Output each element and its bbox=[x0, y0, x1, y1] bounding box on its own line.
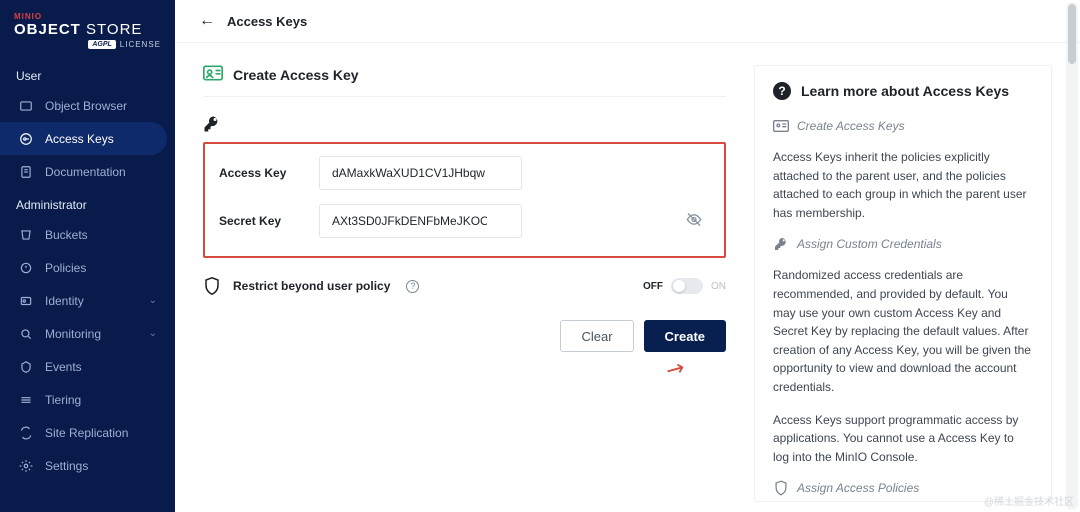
info-p1: Access Keys inherit the policies explici… bbox=[773, 148, 1033, 222]
info-sub-credentials: Assign Custom Credentials bbox=[773, 236, 1033, 252]
card-title: Create Access Key bbox=[233, 67, 359, 83]
info-panel: ? Learn more about Access Keys Create Ac… bbox=[754, 65, 1052, 502]
sidebar-item-label: Monitoring bbox=[45, 327, 101, 341]
card-header: Create Access Key bbox=[203, 65, 726, 97]
policy-icon bbox=[18, 260, 33, 275]
shield-icon bbox=[203, 276, 221, 296]
license-text: LICENSE bbox=[120, 40, 161, 49]
watermark-text: @稀土掘金技术社区 bbox=[984, 493, 1074, 508]
info-p2: Randomized access credentials are recomm… bbox=[773, 266, 1033, 396]
identity-icon bbox=[18, 293, 33, 308]
sidebar-item-label: Object Browser bbox=[45, 99, 127, 113]
folder-icon bbox=[18, 98, 33, 113]
restrict-toggle-block: OFF ON bbox=[643, 278, 726, 294]
sidebar-item-label: Site Replication bbox=[45, 426, 128, 440]
sidebar-item-label: Tiering bbox=[45, 393, 81, 407]
page-scrollbar[interactable] bbox=[1066, 2, 1078, 510]
restrict-policy-row: Restrict beyond user policy ? OFF ON bbox=[203, 276, 726, 296]
back-arrow-icon[interactable]: ← bbox=[199, 12, 215, 30]
brand-sub: AGPL LICENSE bbox=[14, 40, 161, 49]
monitor-icon bbox=[18, 326, 33, 341]
sidebar-item-label: Documentation bbox=[45, 165, 126, 179]
info-header: ? Learn more about Access Keys bbox=[773, 82, 1033, 100]
restrict-label: Restrict beyond user policy bbox=[233, 279, 390, 293]
toggle-on-label: ON bbox=[711, 281, 726, 292]
brand-main: OBJECT STORE bbox=[14, 21, 161, 38]
access-key-label: Access Key bbox=[219, 166, 299, 180]
toggle-off-label: OFF bbox=[643, 281, 663, 292]
topbar: ← Access Keys bbox=[175, 0, 1080, 43]
sidebar-section-user: User bbox=[0, 59, 175, 89]
main-area: ← Access Keys Create Access Key Access K… bbox=[175, 0, 1080, 512]
secret-key-row: Secret Key bbox=[219, 204, 710, 238]
info-sub-create: Create Access Keys bbox=[773, 118, 1033, 134]
sidebar-item-policies[interactable]: Policies bbox=[0, 251, 175, 284]
content-row: Create Access Key Access Key Secret Key bbox=[175, 43, 1080, 512]
question-icon: ? bbox=[773, 82, 791, 100]
tiering-icon bbox=[18, 392, 33, 407]
sidebar-item-label: Buckets bbox=[45, 228, 88, 242]
events-icon bbox=[18, 359, 33, 374]
sidebar-item-events[interactable]: Events bbox=[0, 350, 175, 383]
sidebar-item-label: Policies bbox=[45, 261, 86, 275]
credentials-highlight-box: Access Key Secret Key bbox=[203, 142, 726, 258]
create-key-form: Create Access Key Access Key Secret Key bbox=[203, 65, 726, 502]
restrict-toggle[interactable] bbox=[671, 278, 703, 294]
doc-icon bbox=[18, 164, 33, 179]
key-circle-icon bbox=[18, 131, 33, 146]
form-actions: Clear Create ↗ bbox=[203, 320, 726, 352]
sidebar-item-buckets[interactable]: Buckets bbox=[0, 218, 175, 251]
sidebar-item-label: Access Keys bbox=[45, 132, 114, 146]
sidebar: MINIO OBJECT STORE AGPL LICENSE User Obj… bbox=[0, 0, 175, 512]
key-icon bbox=[203, 115, 726, 136]
sidebar-item-monitoring[interactable]: Monitoring ⌄ bbox=[0, 317, 175, 350]
brand-block: MINIO OBJECT STORE AGPL LICENSE bbox=[0, 0, 175, 59]
access-key-input[interactable] bbox=[319, 156, 522, 190]
sidebar-item-site-replication[interactable]: Site Replication bbox=[0, 416, 175, 449]
gear-icon bbox=[18, 458, 33, 473]
annotation-arrow-icon: ↗ bbox=[660, 353, 689, 385]
chevron-down-icon: ⌄ bbox=[149, 295, 157, 306]
access-key-row: Access Key bbox=[219, 156, 710, 190]
sidebar-item-label: Events bbox=[45, 360, 82, 374]
secret-key-input[interactable] bbox=[319, 204, 522, 238]
id-card-icon bbox=[203, 65, 223, 84]
sidebar-section-admin: Administrator bbox=[0, 188, 175, 218]
scroll-thumb[interactable] bbox=[1068, 4, 1076, 64]
create-button[interactable]: Create bbox=[644, 320, 726, 352]
license-badge: AGPL bbox=[88, 40, 115, 49]
sidebar-item-documentation[interactable]: Documentation bbox=[0, 155, 175, 188]
replication-icon bbox=[18, 425, 33, 440]
sidebar-item-access-keys[interactable]: Access Keys bbox=[0, 122, 167, 155]
toggle-visibility-icon[interactable] bbox=[686, 212, 702, 231]
info-title: Learn more about Access Keys bbox=[801, 83, 1009, 99]
chevron-down-icon: ⌄ bbox=[149, 328, 157, 339]
clear-button[interactable]: Clear bbox=[560, 320, 633, 352]
sidebar-item-settings[interactable]: Settings bbox=[0, 449, 175, 482]
info-p3: Access Keys support programmatic access … bbox=[773, 411, 1033, 467]
bucket-icon bbox=[18, 227, 33, 242]
sidebar-item-label: Identity bbox=[45, 294, 84, 308]
page-title: Access Keys bbox=[227, 14, 307, 29]
brand-tag: MINIO bbox=[14, 12, 161, 21]
sidebar-item-tiering[interactable]: Tiering bbox=[0, 383, 175, 416]
sidebar-item-identity[interactable]: Identity ⌄ bbox=[0, 284, 175, 317]
help-icon[interactable]: ? bbox=[406, 280, 419, 293]
sidebar-item-object-browser[interactable]: Object Browser bbox=[0, 89, 175, 122]
sidebar-item-label: Settings bbox=[45, 459, 88, 473]
secret-key-label: Secret Key bbox=[219, 214, 299, 228]
